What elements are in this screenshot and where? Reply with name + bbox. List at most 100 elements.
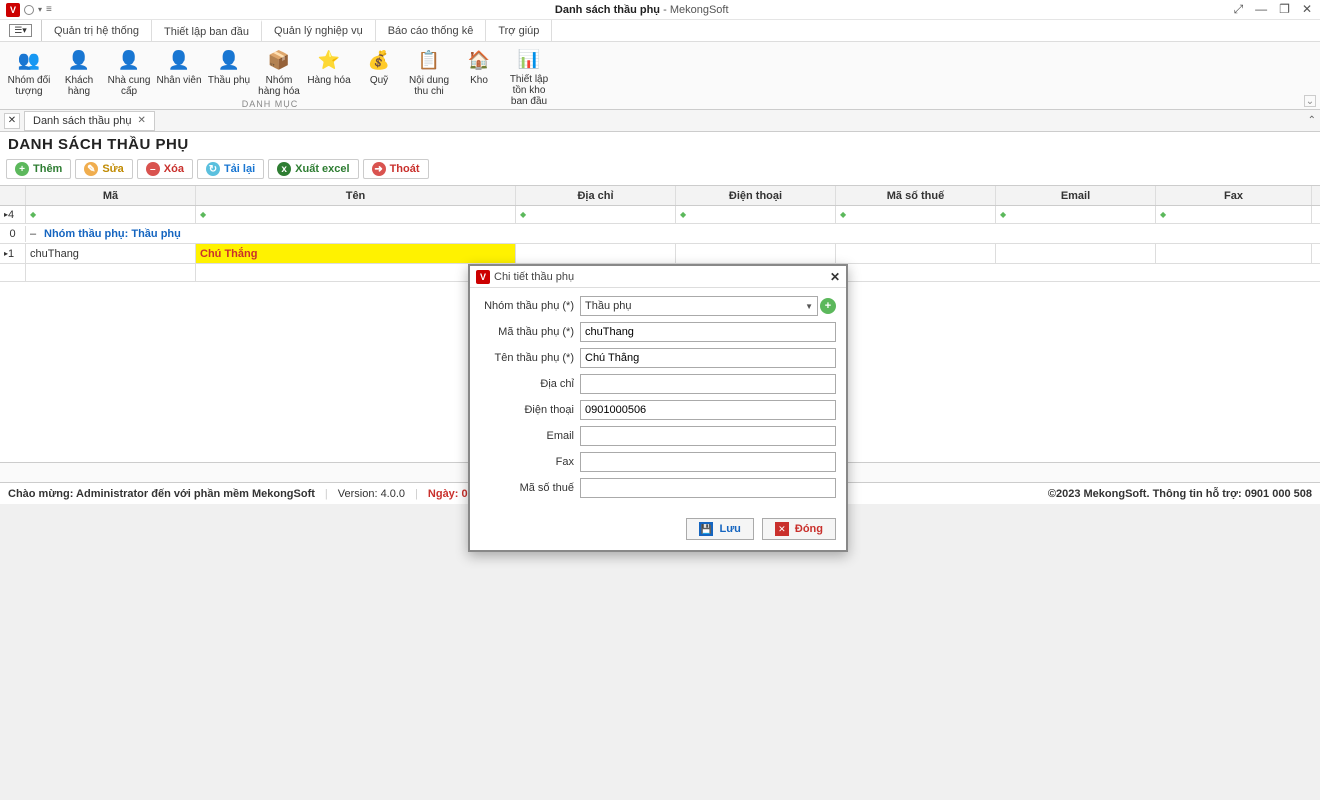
- plus-icon: +: [15, 162, 29, 176]
- column-header-address[interactable]: Địa chỉ: [516, 186, 676, 205]
- add-button[interactable]: +Thêm: [6, 159, 71, 179]
- ribbon-expand-icon[interactable]: ⌄: [1304, 95, 1316, 107]
- refresh-icon: ↻: [206, 162, 220, 176]
- reload-button[interactable]: ↻Tải lại: [197, 159, 264, 179]
- filter-phone[interactable]: ◆: [676, 206, 836, 223]
- cell-tax[interactable]: [836, 244, 996, 263]
- close-all-tabs-button[interactable]: ✕: [4, 113, 20, 129]
- chart-icon: 📊: [515, 46, 543, 73]
- menu-tab-help[interactable]: Trợ giúp: [486, 20, 552, 41]
- label-code: Mã thầu phụ (*): [480, 326, 580, 338]
- filter-handle-icon: ◆: [200, 210, 206, 219]
- modal-close-icon[interactable]: ✕: [830, 270, 840, 284]
- status-version: Version: 4.0.0: [338, 488, 405, 500]
- exit-icon: ➜: [372, 162, 386, 176]
- menu-tab-reports[interactable]: Báo cáo thống kê: [376, 20, 487, 41]
- column-header-tax[interactable]: Mã số thuế: [836, 186, 996, 205]
- filter-handle-icon: ◆: [680, 210, 686, 219]
- ribbon: 👥Nhóm đối tượng 👤Khách hàng 👤Nhà cung cấ…: [0, 42, 1320, 110]
- code-input[interactable]: [580, 322, 836, 342]
- document-tab[interactable]: Danh sách thầu phụ ✕: [24, 111, 155, 131]
- person-icon: 👤: [65, 46, 93, 74]
- filter-address[interactable]: ◆: [516, 206, 676, 223]
- label-address: Địa chỉ: [480, 378, 580, 390]
- status-copyright: ©2023 MekongSoft. Thông tin hỗ trợ: 0901…: [1048, 488, 1312, 500]
- add-group-button[interactable]: +: [820, 298, 836, 314]
- collapse-icon[interactable]: –: [26, 228, 40, 240]
- collapse-ribbon-icon[interactable]: ⤢: [1232, 2, 1246, 17]
- label-fax: Fax: [480, 456, 580, 468]
- ribbon-group-label: DANH MỤC: [0, 99, 540, 109]
- cell-name[interactable]: Chú Thắng: [196, 244, 516, 263]
- cell-fax[interactable]: [1156, 244, 1312, 263]
- group-label: Nhóm thầu phụ: Thầu phụ: [40, 228, 181, 240]
- column-header-code[interactable]: Mã: [26, 186, 196, 205]
- filter-email[interactable]: ◆: [996, 206, 1156, 223]
- label-group: Nhóm thầu phụ (*): [480, 300, 580, 312]
- qat-icon[interactable]: [24, 5, 34, 15]
- cell-phone[interactable]: [676, 244, 836, 263]
- grid-filter-row: ▸4 ◆ ◆ ◆ ◆ ◆ ◆ ◆: [0, 206, 1320, 224]
- delete-button[interactable]: –Xóa: [137, 159, 193, 179]
- filter-row-indicator: ▸4: [0, 206, 26, 223]
- menu-tab-ops[interactable]: Quản lý nghiệp vụ: [262, 20, 376, 41]
- people-group-icon: 👥: [15, 46, 43, 74]
- status-welcome: Chào mừng: Administrator đến với phần mề…: [8, 488, 315, 500]
- filter-handle-icon: ◆: [1000, 210, 1006, 219]
- star-icon: ⭐: [315, 46, 343, 74]
- exit-button[interactable]: ➜Thoát: [363, 159, 429, 179]
- tab-close-icon[interactable]: ✕: [137, 115, 145, 126]
- label-name: Tên thầu phụ (*): [480, 352, 580, 364]
- app-menu-button[interactable]: ☰▾: [0, 20, 42, 41]
- close-icon: ✕: [775, 522, 789, 536]
- filter-code[interactable]: ◆: [26, 206, 196, 223]
- phone-input[interactable]: [580, 400, 836, 420]
- filter-fax[interactable]: ◆: [1156, 206, 1312, 223]
- menu-tab-setup[interactable]: Thiết lập ban đầu: [152, 20, 262, 41]
- window-app-name: MekongSoft: [670, 4, 729, 16]
- clipboard-icon: 📋: [415, 46, 443, 74]
- tax-input[interactable]: [580, 478, 836, 498]
- app-logo-icon: V: [6, 3, 20, 17]
- label-phone: Điện thoại: [480, 404, 580, 416]
- maximize-icon[interactable]: ❐: [1277, 2, 1292, 17]
- box-icon: 📦: [265, 46, 293, 74]
- grid-group-row[interactable]: 0 – Nhóm thầu phụ: Thầu phụ: [0, 224, 1320, 244]
- edit-button[interactable]: ✎Sửa: [75, 159, 132, 179]
- money-icon: 💰: [365, 46, 393, 74]
- menubar: ☰▾ Quản trị hệ thống Thiết lập ban đầu Q…: [0, 20, 1320, 42]
- name-input[interactable]: [580, 348, 836, 368]
- close-button[interactable]: ✕ Đóng: [762, 518, 836, 540]
- page-title: DANH SÁCH THẦU PHỤ: [0, 132, 1320, 157]
- modal-titlebar[interactable]: V Chi tiết thầu phụ ✕: [470, 266, 846, 288]
- column-header-name[interactable]: Tên: [196, 186, 516, 205]
- titlebar: V ▾ ≡ Danh sách thầu phụ - MekongSoft ⤢ …: [0, 0, 1320, 20]
- save-icon: 💾: [699, 522, 713, 536]
- address-input[interactable]: [580, 374, 836, 394]
- column-header-fax[interactable]: Fax: [1156, 186, 1312, 205]
- cell-code[interactable]: chuThang: [26, 244, 196, 263]
- cell-address[interactable]: [516, 244, 676, 263]
- export-excel-button[interactable]: xXuất excel: [268, 159, 358, 179]
- save-button[interactable]: 💾 Lưu: [686, 518, 753, 540]
- qat-dropdown-icon[interactable]: ▾: [38, 5, 42, 14]
- email-input[interactable]: [580, 426, 836, 446]
- cell-email[interactable]: [996, 244, 1156, 263]
- table-row[interactable]: ▸1 chuThang Chú Thắng: [0, 244, 1320, 264]
- close-window-icon[interactable]: ✕: [1300, 2, 1314, 17]
- filter-name[interactable]: ◆: [196, 206, 516, 223]
- modal-title: Chi tiết thầu phụ: [494, 271, 574, 283]
- menu-tab-admin[interactable]: Quản trị hệ thống: [42, 20, 152, 41]
- minimize-icon[interactable]: —: [1253, 2, 1269, 17]
- column-header-email[interactable]: Email: [996, 186, 1156, 205]
- house-icon: 🏠: [465, 46, 493, 74]
- row-indicator: ▸1: [0, 244, 26, 263]
- group-select[interactable]: Thầu phụ ▼: [580, 296, 818, 316]
- tabstrip-chevron-icon[interactable]: ⌃: [1308, 115, 1316, 126]
- filter-handle-icon: ◆: [520, 210, 526, 219]
- person-icon: 👤: [115, 46, 143, 74]
- document-tabstrip: ✕ Danh sách thầu phụ ✕ ⌃: [0, 110, 1320, 132]
- fax-input[interactable]: [580, 452, 836, 472]
- filter-tax[interactable]: ◆: [836, 206, 996, 223]
- column-header-phone[interactable]: Điện thoại: [676, 186, 836, 205]
